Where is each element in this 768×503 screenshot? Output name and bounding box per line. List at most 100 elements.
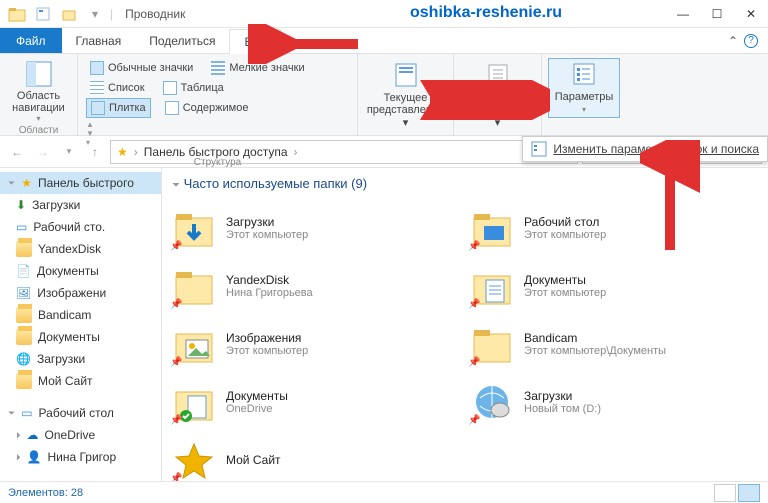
folder-icon: 📌 — [172, 264, 216, 308]
tile-sub: Нина Григорьева — [226, 287, 313, 299]
tab-view[interactable]: Вид — [229, 29, 281, 54]
sidebar-desktop[interactable]: ▭Рабочий сто. — [0, 216, 161, 238]
layout-content[interactable]: Содержимое — [161, 98, 253, 118]
help-icon[interactable]: ? — [744, 34, 758, 48]
layout-table[interactable]: Таблица — [159, 78, 228, 98]
tile-3[interactable]: 📌ДокументыЭтот компьютер — [470, 259, 758, 313]
pin-icon: 📌 — [468, 357, 480, 368]
tile-name: Bandicam — [524, 331, 666, 345]
nav-forward-button[interactable]: → — [32, 141, 54, 163]
tile-sub: Этот компьютер — [226, 345, 308, 357]
ribbon-group-layout: Обычные значки Мелкие значки Список Табл… — [78, 54, 358, 135]
tile-6[interactable]: 📌ДокументыOneDrive — [172, 375, 460, 429]
folder-icon: 📌 — [470, 380, 514, 424]
pin-icon: 📌 — [170, 415, 182, 426]
ribbon-tabs: Файл Главная Поделиться Вид ⌃ ? — [0, 28, 768, 54]
sidebar-user[interactable]: ⏵👤Нина Григор — [0, 446, 161, 468]
folder-icon: 📌 — [470, 322, 514, 366]
view-details-button[interactable] — [714, 484, 736, 502]
tile-name: Загрузки — [524, 389, 601, 403]
tile-name: Изображения — [226, 331, 308, 345]
divider: | — [110, 7, 113, 21]
tab-home[interactable]: Главная — [62, 28, 136, 53]
layout-large-icons[interactable]: Обычные значки — [86, 58, 197, 78]
tile-0[interactable]: 📌 ЗагрузкиЭтот компьютер — [172, 201, 460, 255]
section-heading[interactable]: ⏷ Часто используемые папки (9) — [172, 176, 758, 191]
sidebar-downloads-2[interactable]: 🌐Загрузки — [0, 348, 161, 370]
tile-name: YandexDisk — [226, 273, 313, 287]
sidebar-quick-access[interactable]: ⏷★Панель быстрого — [0, 172, 161, 194]
current-view-button[interactable]: Текущеепредставление ▾ — [363, 60, 448, 131]
tile-7[interactable]: 📌 ЗагрузкиНовый том (D:) — [470, 375, 758, 429]
sidebar-documents[interactable]: 📄Документы — [0, 260, 161, 282]
pin-icon: 📌 — [170, 299, 182, 310]
sidebar-downloads[interactable]: ⬇Загрузки — [0, 194, 161, 216]
sidebar-mysite[interactable]: Мой Сайт — [0, 370, 161, 392]
qat-properties-icon[interactable] — [32, 3, 54, 25]
sidebar: ⏷★Панель быстрого ⬇Загрузки ▭Рабочий сто… — [0, 168, 162, 486]
tile-1[interactable]: 📌 Рабочий столЭтот компьютер — [470, 201, 758, 255]
options-dropdown-item[interactable]: Изменить параметры папок и поиска — [522, 136, 768, 162]
tile-sub: OneDrive — [226, 403, 288, 415]
tile-name: Документы — [524, 273, 606, 287]
layout-scroll-up[interactable]: ▲ — [86, 120, 349, 129]
qat-dropdown-icon[interactable]: ▾ — [84, 3, 106, 25]
window-title: Проводник — [125, 7, 185, 21]
layout-expand[interactable]: ▾ — [86, 138, 349, 147]
tile-name: Рабочий стол — [524, 215, 606, 229]
tile-name: Загрузки — [226, 215, 308, 229]
maximize-button[interactable]: ☐ — [700, 0, 734, 28]
layout-small-icons[interactable]: Мелкие значки — [207, 58, 308, 78]
pin-icon: 📌 — [468, 299, 480, 310]
layout-tiles[interactable]: Плитка — [86, 98, 151, 118]
ribbon-group-show-hide: Показатьили скрыть ▾ — [454, 54, 542, 135]
ribbon-group-panes: Область навигации ▾ Области — [0, 54, 78, 135]
tile-sub: Новый том (D:) — [524, 403, 601, 415]
folder-icon: 📌 — [172, 322, 216, 366]
tile-name: Мой Сайт — [226, 453, 281, 467]
tile-5[interactable]: 📌 BandicamЭтот компьютер\Документы — [470, 317, 758, 371]
tab-share[interactable]: Поделиться — [135, 28, 229, 53]
layout-list[interactable]: Список — [86, 78, 149, 98]
show-hide-button[interactable]: Показатьили скрыть ▾ — [462, 60, 533, 131]
nav-recent-button[interactable]: ▾ — [58, 141, 80, 163]
pin-icon: 📌 — [468, 415, 480, 426]
main-content: ⏷ Часто используемые папки (9) 📌 Загрузки… — [162, 168, 768, 486]
watermark: oshibka-reshenie.ru — [410, 4, 562, 22]
folder-icon: 📌 — [470, 206, 514, 250]
options-button[interactable]: Параметры▾ — [548, 58, 621, 118]
tile-8[interactable]: 📌 Мой Сайт — [172, 433, 460, 486]
tab-file[interactable]: Файл — [0, 28, 62, 53]
pin-icon: 📌 — [170, 241, 182, 252]
titlebar: ▾ | Проводник — ☐ ✕ — [0, 0, 768, 28]
folder-icon: 📌 — [172, 438, 216, 482]
pin-icon: 📌 — [170, 357, 182, 368]
navigation-pane-button[interactable]: Область навигации ▾ — [8, 58, 69, 125]
qat-new-folder-icon[interactable] — [58, 3, 80, 25]
tile-4[interactable]: 📌 ИзображенияЭтот компьютер — [172, 317, 460, 371]
folder-icon: 📌 — [172, 380, 216, 424]
sidebar-bandicam[interactable]: Bandicam — [0, 304, 161, 326]
minimize-button[interactable]: — — [666, 0, 700, 28]
pin-icon: 📌 — [468, 241, 480, 252]
sidebar-pictures[interactable]: 🖼Изображени — [0, 282, 161, 304]
close-button[interactable]: ✕ — [734, 0, 768, 28]
ribbon-group-current-view: Текущеепредставление ▾ — [358, 54, 454, 135]
tile-sub: Этот компьютер — [524, 229, 606, 241]
tile-2[interactable]: 📌 YandexDiskНина Григорьева — [172, 259, 460, 313]
view-tiles-button[interactable] — [738, 484, 760, 502]
status-bar: Элементов: 28 — [0, 481, 768, 503]
tile-sub: Этот компьютер\Документы — [524, 345, 666, 357]
sidebar-onedrive[interactable]: ⏵☁OneDrive — [0, 424, 161, 446]
tile-sub: Этот компьютер — [226, 229, 308, 241]
nav-back-button[interactable]: ← — [6, 141, 28, 163]
sidebar-yandexdisk[interactable]: YandexDisk — [0, 238, 161, 260]
sidebar-documents-2[interactable]: Документы — [0, 326, 161, 348]
folder-icon: 📌 — [470, 264, 514, 308]
sidebar-desktop-root[interactable]: ⏷▭Рабочий стол — [0, 402, 161, 424]
layout-scroll-down[interactable]: ▼ — [86, 129, 349, 138]
status-text: Элементов: 28 — [8, 487, 83, 499]
app-icon — [6, 3, 28, 25]
body: ⏷★Панель быстрого ⬇Загрузки ▭Рабочий сто… — [0, 168, 768, 486]
ribbon-collapse-icon[interactable]: ⌃ — [728, 34, 738, 48]
